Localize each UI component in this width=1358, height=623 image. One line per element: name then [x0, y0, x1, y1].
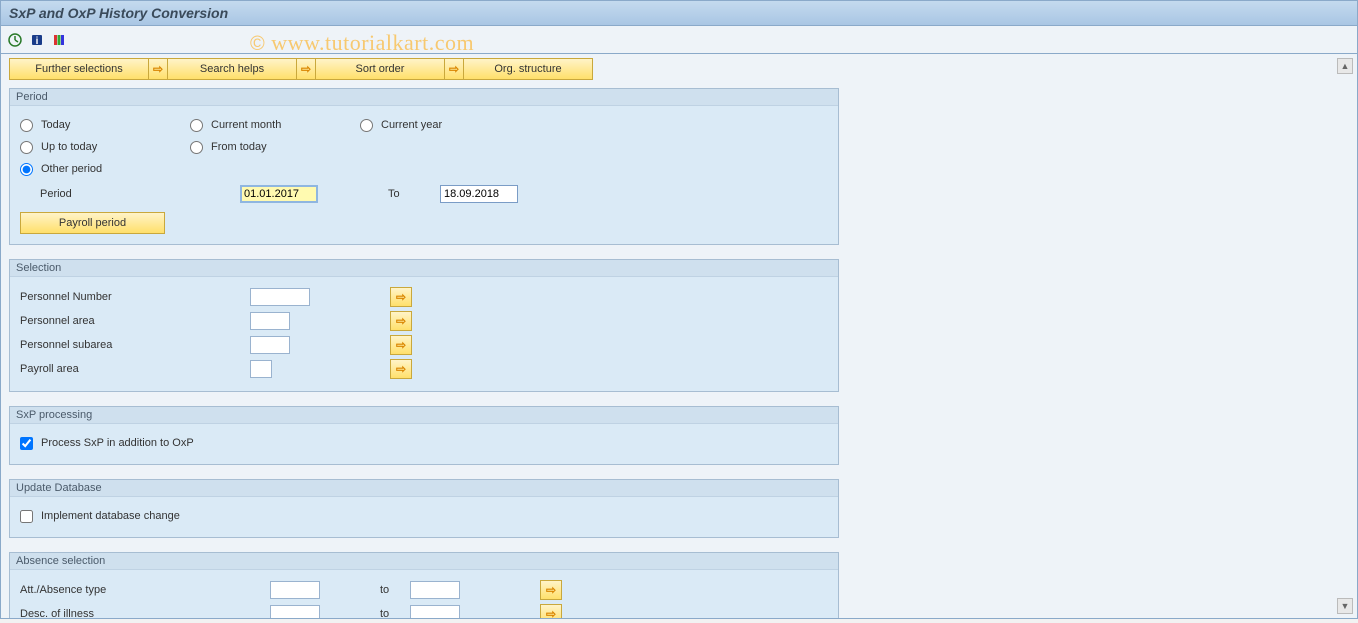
implement-db-change-checkbox[interactable] — [20, 510, 33, 523]
current-year-label[interactable]: Current year — [381, 119, 442, 131]
att-absence-type-to-input[interactable] — [410, 581, 460, 599]
other-period-label[interactable]: Other period — [41, 163, 102, 175]
personnel-number-multi-button[interactable]: ⇨ — [390, 287, 412, 307]
content-area: ▲ ▼ Further selections ⇨ Search helps ⇨ … — [0, 54, 1358, 619]
desc-of-illness-to-input[interactable] — [410, 605, 460, 619]
personnel-area-label: Personnel area — [20, 315, 250, 327]
process-sxp-checkbox[interactable] — [20, 437, 33, 450]
update-database-group: Update Database Implement database chang… — [9, 479, 839, 538]
desc-of-illness-multi-button[interactable]: ⇨ — [540, 604, 562, 619]
period-from-input[interactable] — [240, 185, 318, 203]
desc-of-illness-label: Desc. of illness — [20, 608, 270, 619]
desc-of-illness-from-input[interactable] — [270, 605, 320, 619]
desc-of-illness-to-label: to — [320, 608, 410, 619]
further-selections-label: Further selections — [35, 63, 122, 75]
execute-icon[interactable] — [7, 32, 23, 48]
from-today-radio[interactable] — [190, 141, 203, 154]
personnel-area-multi-button[interactable]: ⇨ — [390, 311, 412, 331]
implement-db-change-label[interactable]: Implement database change — [41, 510, 180, 522]
up-to-today-radio[interactable] — [20, 141, 33, 154]
scroll-down-button[interactable]: ▼ — [1337, 598, 1353, 614]
up-to-today-label[interactable]: Up to today — [41, 141, 97, 153]
info-icon[interactable]: i — [29, 32, 45, 48]
period-label: Period — [40, 188, 240, 200]
search-helps-arrow-button[interactable]: ⇨ — [148, 58, 168, 80]
att-absence-type-label: Att./Absence type — [20, 584, 270, 596]
org-structure-button[interactable]: Org. structure — [463, 58, 593, 80]
payroll-area-multi-button[interactable]: ⇨ — [390, 359, 412, 379]
today-radio[interactable] — [20, 119, 33, 132]
current-month-radio[interactable] — [190, 119, 203, 132]
arrow-right-icon: ⇨ — [396, 314, 406, 328]
arrow-right-icon: ⇨ — [396, 290, 406, 304]
sxp-processing-group: SxP processing Process SxP in addition t… — [9, 406, 839, 465]
arrow-right-icon: ⇨ — [396, 338, 406, 352]
action-button-row: Further selections ⇨ Search helps ⇨ Sort… — [9, 58, 1349, 80]
scroll-up-button[interactable]: ▲ — [1337, 58, 1353, 74]
from-today-label[interactable]: From today — [211, 141, 267, 153]
personnel-subarea-input[interactable] — [250, 336, 290, 354]
personnel-number-input[interactable] — [250, 288, 310, 306]
colors-icon[interactable] — [51, 32, 67, 48]
other-period-radio[interactable] — [20, 163, 33, 176]
absence-selection-group: Absence selection Att./Absence type to ⇨… — [9, 552, 839, 619]
absence-selection-title: Absence selection — [10, 553, 838, 570]
search-helps-label: Search helps — [200, 63, 264, 75]
sort-order-button[interactable]: Sort order — [315, 58, 445, 80]
arrow-right-icon: ⇨ — [449, 62, 459, 76]
period-group-title: Period — [10, 89, 838, 106]
att-absence-type-multi-button[interactable]: ⇨ — [540, 580, 562, 600]
personnel-area-input[interactable] — [250, 312, 290, 330]
current-month-label[interactable]: Current month — [211, 119, 281, 131]
current-year-radio[interactable] — [360, 119, 373, 132]
att-absence-to-label: to — [320, 584, 410, 596]
process-sxp-label[interactable]: Process SxP in addition to OxP — [41, 437, 194, 449]
page-title: SxP and OxP History Conversion — [9, 5, 228, 21]
personnel-number-label: Personnel Number — [20, 291, 250, 303]
arrow-right-icon: ⇨ — [546, 607, 556, 619]
sort-order-arrow-button[interactable]: ⇨ — [296, 58, 316, 80]
personnel-subarea-label: Personnel subarea — [20, 339, 250, 351]
further-selections-button[interactable]: Further selections — [9, 58, 149, 80]
arrow-right-icon: ⇨ — [546, 583, 556, 597]
payroll-period-label: Payroll period — [59, 217, 126, 229]
svg-text:i: i — [36, 36, 39, 47]
selection-group-title: Selection — [10, 260, 838, 277]
period-group: Period Today Current month Current year … — [9, 88, 839, 245]
org-structure-arrow-button[interactable]: ⇨ — [444, 58, 464, 80]
att-absence-type-from-input[interactable] — [270, 581, 320, 599]
payroll-area-label: Payroll area — [20, 363, 250, 375]
arrow-right-icon: ⇨ — [153, 62, 163, 76]
title-bar: SxP and OxP History Conversion — [0, 0, 1358, 26]
today-label[interactable]: Today — [41, 119, 70, 131]
arrow-right-icon: ⇨ — [396, 362, 406, 376]
update-database-title: Update Database — [10, 480, 838, 497]
period-to-input[interactable] — [440, 185, 518, 203]
selection-group: Selection Personnel Number ⇨ Personnel a… — [9, 259, 839, 392]
org-structure-label: Org. structure — [494, 63, 561, 75]
search-helps-button[interactable]: Search helps — [167, 58, 297, 80]
payroll-area-input[interactable] — [250, 360, 272, 378]
sort-order-label: Sort order — [356, 63, 405, 75]
sxp-processing-title: SxP processing — [10, 407, 838, 424]
period-to-label: To — [388, 188, 418, 200]
personnel-subarea-multi-button[interactable]: ⇨ — [390, 335, 412, 355]
app-toolbar: i — [0, 26, 1358, 54]
payroll-period-button[interactable]: Payroll period — [20, 212, 165, 234]
arrow-right-icon: ⇨ — [301, 62, 311, 76]
